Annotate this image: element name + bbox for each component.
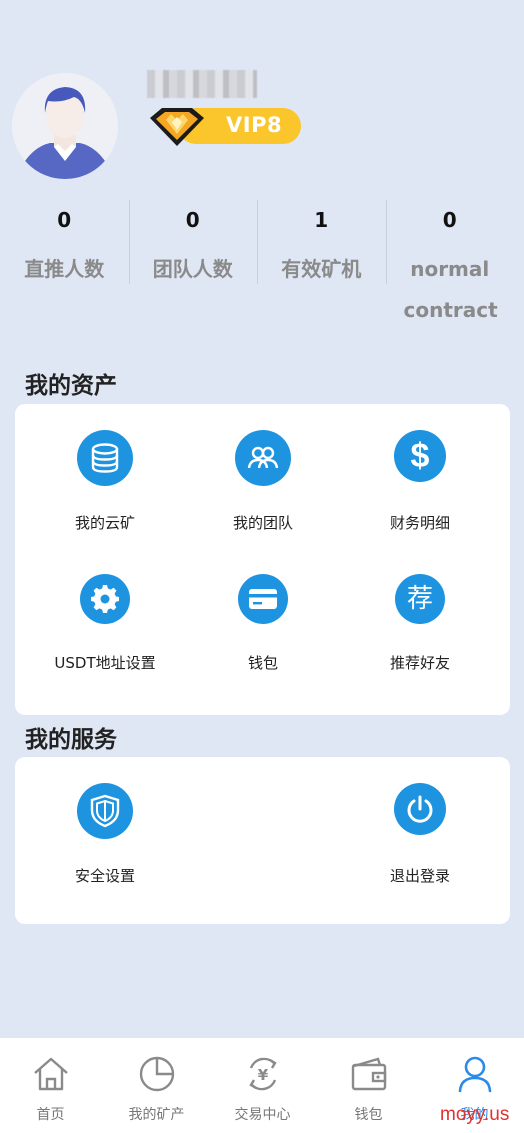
my-cloud-miner-button[interactable]: 我的云矿 bbox=[25, 430, 185, 533]
tab-home[interactable]: 首页 bbox=[0, 1054, 103, 1124]
tab-trading-center[interactable]: ¥ 交易中心 bbox=[210, 1054, 315, 1124]
grid-label: 安全设置 bbox=[74, 867, 135, 885]
home-icon bbox=[0, 1054, 103, 1094]
stat-direct-referrals[interactable]: 0 直推人数 bbox=[0, 200, 129, 330]
stat-label: 直推人数 bbox=[24, 257, 105, 281]
logout-button[interactable]: 退出登录 bbox=[340, 783, 500, 886]
tab-label: 钱包 bbox=[354, 1107, 383, 1123]
vip-badge: VIP8 bbox=[148, 104, 301, 148]
stat-label: 团队人数 bbox=[152, 257, 233, 281]
assets-section-title: 我的资产 bbox=[25, 373, 117, 399]
pie-chart-icon bbox=[104, 1054, 209, 1094]
dollar-icon: $ bbox=[394, 430, 446, 482]
exchange-icon: ¥ bbox=[210, 1054, 315, 1094]
stat-label: normal contract bbox=[403, 257, 498, 322]
vip-level-label: VIP8 bbox=[226, 113, 283, 137]
grid-label: 我的云矿 bbox=[74, 514, 135, 532]
security-settings-button[interactable]: 安全设置 bbox=[25, 783, 185, 886]
gear-icon bbox=[80, 574, 130, 624]
my-team-button[interactable]: 我的团队 bbox=[183, 430, 343, 533]
tab-label: 首页 bbox=[36, 1107, 65, 1123]
usdt-address-settings-button[interactable]: USDT地址设置 bbox=[25, 574, 185, 673]
watermark: moyy.us bbox=[440, 1104, 510, 1125]
stat-value: 0 bbox=[442, 208, 457, 232]
wallet-icon bbox=[316, 1054, 421, 1094]
stat-value: 0 bbox=[185, 208, 200, 232]
card-icon bbox=[238, 574, 288, 624]
grid-label: 财务明细 bbox=[389, 514, 450, 532]
username-masked bbox=[147, 70, 257, 98]
recommend-friends-button[interactable]: 荐 推荐好友 bbox=[340, 574, 500, 673]
tab-label: 交易中心 bbox=[234, 1107, 291, 1123]
recommend-icon: 荐 bbox=[395, 574, 445, 624]
tab-wallet[interactable]: 钱包 bbox=[316, 1054, 421, 1124]
services-section-title: 我的服务 bbox=[25, 727, 117, 753]
stat-value: 0 bbox=[57, 208, 72, 232]
diamond-crown-icon bbox=[150, 108, 204, 146]
tab-label: 我的矿产 bbox=[128, 1107, 185, 1123]
grid-label: 钱包 bbox=[247, 654, 278, 672]
power-icon bbox=[394, 783, 446, 835]
stat-label: 有效矿机 bbox=[281, 257, 362, 281]
user-avatar-icon bbox=[12, 73, 118, 179]
stat-active-miners[interactable]: 1 有效矿机 bbox=[257, 200, 386, 330]
user-icon bbox=[422, 1054, 524, 1094]
grid-label: USDT地址设置 bbox=[54, 654, 156, 672]
services-card: 安全设置 退出登录 bbox=[15, 757, 510, 924]
stats-row: 0 直推人数 0 团队人数 1 有效矿机 0 normal contract bbox=[0, 200, 524, 330]
svg-text:¥: ¥ bbox=[257, 1066, 268, 1084]
team-icon bbox=[235, 430, 291, 486]
wallet-button[interactable]: 钱包 bbox=[183, 574, 343, 673]
database-icon bbox=[77, 430, 133, 486]
shield-icon bbox=[77, 783, 133, 839]
stat-value: 1 bbox=[314, 208, 329, 232]
avatar[interactable] bbox=[12, 73, 118, 179]
stat-normal-contract[interactable]: 0 normal contract bbox=[385, 200, 515, 330]
grid-label: 退出登录 bbox=[389, 867, 450, 885]
profile-header: VIP8 bbox=[0, 0, 524, 190]
grid-label: 我的团队 bbox=[232, 514, 293, 532]
grid-label: 推荐好友 bbox=[389, 654, 450, 672]
tab-my-mining[interactable]: 我的矿产 bbox=[104, 1054, 209, 1124]
stat-team-members[interactable]: 0 团队人数 bbox=[128, 200, 258, 330]
finance-details-button[interactable]: $ 财务明细 bbox=[340, 430, 500, 533]
assets-card: 我的云矿 我的团队 $ 财务明细 USDT地址设置 钱包 荐 推荐好友 bbox=[15, 404, 510, 715]
